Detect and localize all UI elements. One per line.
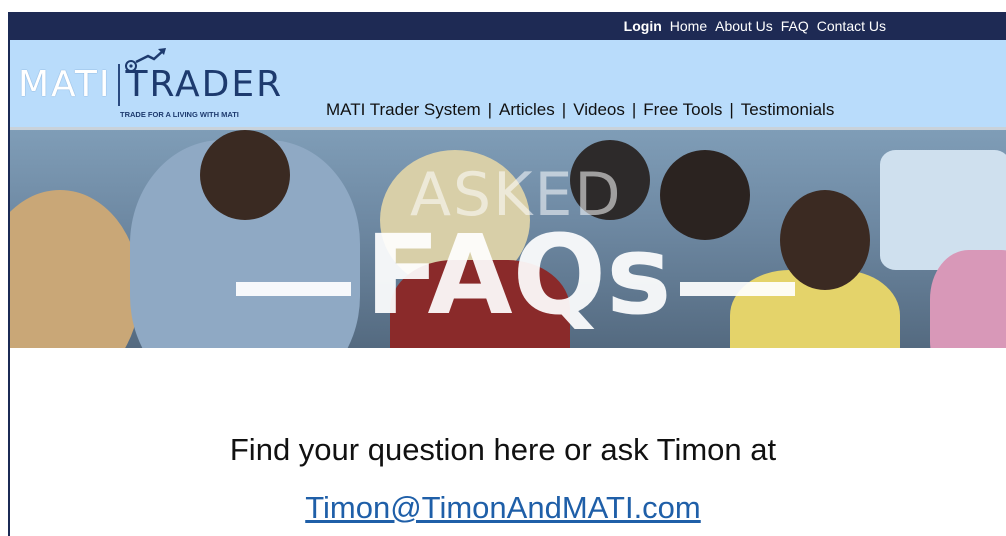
hero-photo-shape [780, 190, 870, 290]
hero-faqs-heading: FAQs [365, 211, 672, 339]
top-nav: Login Home About Us FAQ Contact Us [624, 18, 886, 34]
contact-email-link[interactable]: Timon@TimonAndMATI.com [0, 490, 1006, 526]
site-header: MATI TRADER TRADE FOR A LIVING WITH MATI … [10, 40, 1006, 130]
faq-link[interactable]: FAQ [781, 18, 809, 34]
hero-photo-shape [10, 190, 140, 348]
contact-us-link[interactable]: Contact Us [817, 18, 886, 34]
nav-mati-trader-system[interactable]: MATI Trader System [326, 100, 481, 120]
faq-intro-text: Find your question here or ask Timon at [229, 432, 777, 467]
nav-separator: | [561, 100, 567, 119]
nav-separator: | [729, 100, 734, 119]
nav-testimonials[interactable]: Testimonials [741, 100, 835, 120]
logo[interactable]: MATI TRADER TRADE FOR A LIVING WITH MATI [18, 48, 281, 119]
nav-separator: | [487, 100, 493, 119]
hero-banner: ASKED FAQs [10, 130, 1006, 348]
hero-photo-shape [930, 250, 1006, 348]
nav-videos[interactable]: Videos [573, 100, 625, 120]
top-bar: Login Home About Us FAQ Contact Us [10, 12, 1006, 40]
nav-free-tools[interactable]: Free Tools [643, 100, 722, 120]
nav-articles[interactable]: Articles [499, 100, 555, 120]
hero-photo-shape [200, 130, 290, 220]
hero-dash-right [680, 282, 795, 296]
logo-tagline: TRADE FOR A LIVING WITH MATI [120, 110, 239, 119]
logo-divider [118, 64, 120, 106]
home-link[interactable]: Home [670, 18, 707, 34]
login-link[interactable]: Login [624, 18, 662, 34]
main-nav: MATI Trader System | Articles | Videos |… [326, 100, 834, 120]
about-us-link[interactable]: About Us [715, 18, 773, 34]
logo-brand-left: MATI [18, 64, 112, 105]
logo-brand-right: TRADER [125, 64, 284, 105]
hero-dash-left [236, 282, 351, 296]
nav-separator: | [631, 100, 637, 119]
logo-wordmark: MATI TRADER [18, 64, 283, 105]
hero-photo-shape [660, 150, 750, 240]
